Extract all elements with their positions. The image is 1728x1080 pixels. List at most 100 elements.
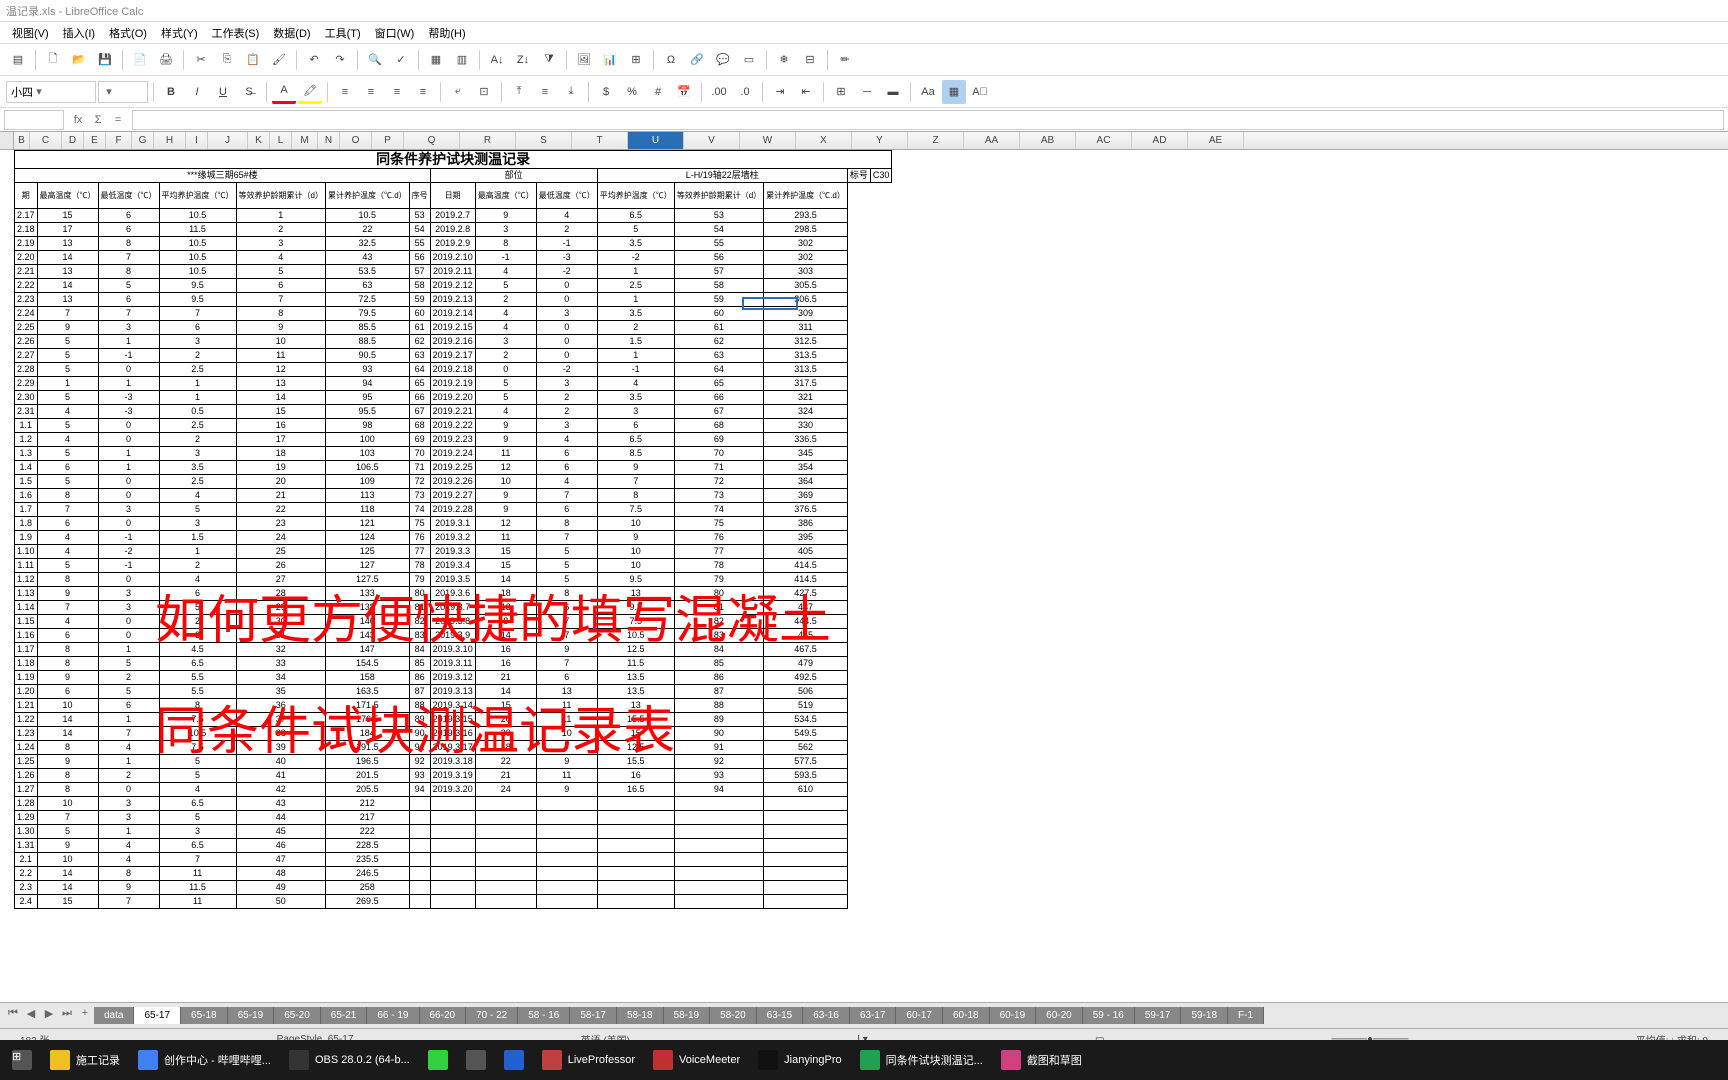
column-header[interactable]: X xyxy=(796,132,852,149)
font-size-combo[interactable]: ▾ xyxy=(98,81,148,103)
taskbar-item[interactable]: 创作中心 - 哔哩哔哩... xyxy=(130,1044,279,1076)
decrease-indent-button[interactable]: ⇤ xyxy=(794,80,818,104)
sidebar-toggle-icon[interactable]: ▤ xyxy=(6,48,30,72)
new-icon[interactable]: 🗋 xyxy=(41,48,65,72)
underline-button[interactable]: U xyxy=(211,80,235,104)
sheet-tab[interactable]: 63-15 xyxy=(757,1007,804,1024)
menu-item[interactable]: 样式(Y) xyxy=(155,23,204,43)
task-view-icon[interactable]: ⊞ xyxy=(4,1044,40,1076)
taskbar-item[interactable] xyxy=(496,1044,532,1076)
column-header[interactable]: W xyxy=(740,132,796,149)
column-header[interactable]: D xyxy=(62,132,84,149)
sheet-tab[interactable]: 66-20 xyxy=(420,1007,467,1024)
column-header[interactable]: B xyxy=(14,132,30,149)
sheet-tab[interactable]: 59-17 xyxy=(1135,1007,1182,1024)
sheet-tab[interactable]: 65-21 xyxy=(321,1007,368,1024)
special-char-icon[interactable]: Ω xyxy=(659,48,683,72)
column-header[interactable]: K xyxy=(248,132,270,149)
menu-item[interactable]: 帮助(H) xyxy=(422,23,471,43)
sheet-tab[interactable]: F-1 xyxy=(1228,1007,1264,1024)
column-header[interactable]: U xyxy=(628,132,684,149)
column-header[interactable]: E xyxy=(84,132,106,149)
hyperlink-icon[interactable]: 🔗 xyxy=(685,48,709,72)
column-header[interactable]: AB xyxy=(1020,132,1076,149)
sheet-tab[interactable]: 58-18 xyxy=(617,1007,664,1024)
sheet-tab[interactable]: 65-20 xyxy=(274,1007,321,1024)
menu-item[interactable]: 视图(V) xyxy=(6,23,55,43)
column-header[interactable]: Y xyxy=(852,132,908,149)
column-header[interactable]: N xyxy=(318,132,340,149)
column-header[interactable]: S xyxy=(516,132,572,149)
sheet-tab[interactable]: 60-18 xyxy=(943,1007,990,1024)
add-sheet-icon[interactable]: + xyxy=(76,1007,94,1025)
strikethrough-button[interactable]: S̶ xyxy=(237,80,261,104)
conditional-format-button[interactable]: ▦ xyxy=(942,80,966,104)
sheet-tab[interactable]: 65-17 xyxy=(134,1007,181,1024)
sort-desc-icon[interactable]: Z↓ xyxy=(511,48,535,72)
remove-decimal-button[interactable]: .0 xyxy=(733,80,757,104)
comment-icon[interactable]: 💬 xyxy=(711,48,735,72)
row-icon[interactable]: ▦ xyxy=(424,48,448,72)
currency-button[interactable]: $ xyxy=(594,80,618,104)
tab-prev-icon[interactable]: ◀ xyxy=(22,1007,40,1025)
align-justify-button[interactable]: ≡ xyxy=(411,80,435,104)
merge-cells-button[interactable]: ⊡ xyxy=(472,80,496,104)
wrap-text-button[interactable]: ⤶ xyxy=(446,80,470,104)
sheet-tab[interactable]: 58-17 xyxy=(570,1007,617,1024)
tab-next-icon[interactable]: ▶ xyxy=(40,1007,58,1025)
clone-format-icon[interactable]: 🖌 xyxy=(267,48,291,72)
column-headers[interactable]: BCDEFGHIJKLMNOPQRSTUVWXYZAAABACADAE xyxy=(0,132,1728,150)
sheet-tab[interactable]: 70 - 22 xyxy=(466,1007,518,1024)
sheet-tab[interactable]: 59-18 xyxy=(1181,1007,1228,1024)
column-header[interactable]: F xyxy=(106,132,132,149)
sheet-tab[interactable]: 59 - 16 xyxy=(1083,1007,1135,1024)
date-button[interactable]: 📅 xyxy=(672,80,696,104)
column-header[interactable]: AC xyxy=(1076,132,1132,149)
italic-button[interactable]: I xyxy=(185,80,209,104)
column-header[interactable]: M xyxy=(292,132,318,149)
column-header[interactable]: G xyxy=(132,132,154,149)
percent-button[interactable]: % xyxy=(620,80,644,104)
border-style-button[interactable]: ─ xyxy=(855,80,879,104)
sheet-tab[interactable]: 63-16 xyxy=(803,1007,850,1024)
menu-item[interactable]: 数据(D) xyxy=(267,23,316,43)
spellcheck-icon[interactable]: ✓ xyxy=(389,48,413,72)
sheet-tab[interactable]: 58 - 16 xyxy=(518,1007,570,1024)
tab-first-icon[interactable]: ⏮ xyxy=(4,1007,22,1025)
spreadsheet-grid[interactable]: BCDEFGHIJKLMNOPQRSTUVWXYZAAABACADAE 同条件养… xyxy=(0,132,1728,1002)
pivot-icon[interactable]: ⊞ xyxy=(624,48,648,72)
cut-icon[interactable]: ✂ xyxy=(189,48,213,72)
column-header[interactable]: C xyxy=(30,132,62,149)
column-icon[interactable]: ▥ xyxy=(450,48,474,72)
chart-icon[interactable]: 📊 xyxy=(598,48,622,72)
open-icon[interactable]: 📂 xyxy=(67,48,91,72)
column-header[interactable]: R xyxy=(460,132,516,149)
export-pdf-icon[interactable]: 📄 xyxy=(128,48,152,72)
equals-icon[interactable]: = xyxy=(108,110,128,130)
name-box[interactable] xyxy=(4,110,64,130)
menu-item[interactable]: 工具(T) xyxy=(319,23,367,43)
sheet-tab[interactable]: 60-20 xyxy=(1036,1007,1083,1024)
data-table[interactable]: 同条件养护试块测温记录***缘城三期65#楼部位L-H/19轴22层墙柱标号C3… xyxy=(14,150,892,909)
font-color-button[interactable]: A xyxy=(272,80,296,104)
number-button[interactable]: # xyxy=(646,80,670,104)
draw-functions-icon[interactable]: ✏ xyxy=(833,48,857,72)
sheet-tab[interactable]: 65-18 xyxy=(181,1007,228,1024)
add-decimal-button[interactable]: .00 xyxy=(707,80,731,104)
undo-icon[interactable]: ↶ xyxy=(302,48,326,72)
menu-item[interactable]: 工作表(S) xyxy=(206,23,266,43)
menu-item[interactable]: 格式(O) xyxy=(103,23,153,43)
sheet-tab[interactable]: 60-17 xyxy=(896,1007,943,1024)
sheet-tab[interactable]: 58-19 xyxy=(664,1007,711,1024)
paste-icon[interactable]: 📋 xyxy=(241,48,265,72)
font-name-combo[interactable]: 小四▾ xyxy=(6,81,96,103)
sheet-tab[interactable]: 65-19 xyxy=(228,1007,275,1024)
column-header[interactable]: V xyxy=(684,132,740,149)
autofilter-icon[interactable]: ⧩ xyxy=(537,48,561,72)
column-header[interactable]: H xyxy=(154,132,186,149)
align-bottom-button[interactable]: ⤓ xyxy=(559,80,583,104)
column-header[interactable]: AA xyxy=(964,132,1020,149)
formula-input[interactable] xyxy=(132,110,1724,130)
taskbar-item[interactable]: VoiceMeeter xyxy=(645,1044,748,1076)
image-icon[interactable]: 🖼 xyxy=(572,48,596,72)
